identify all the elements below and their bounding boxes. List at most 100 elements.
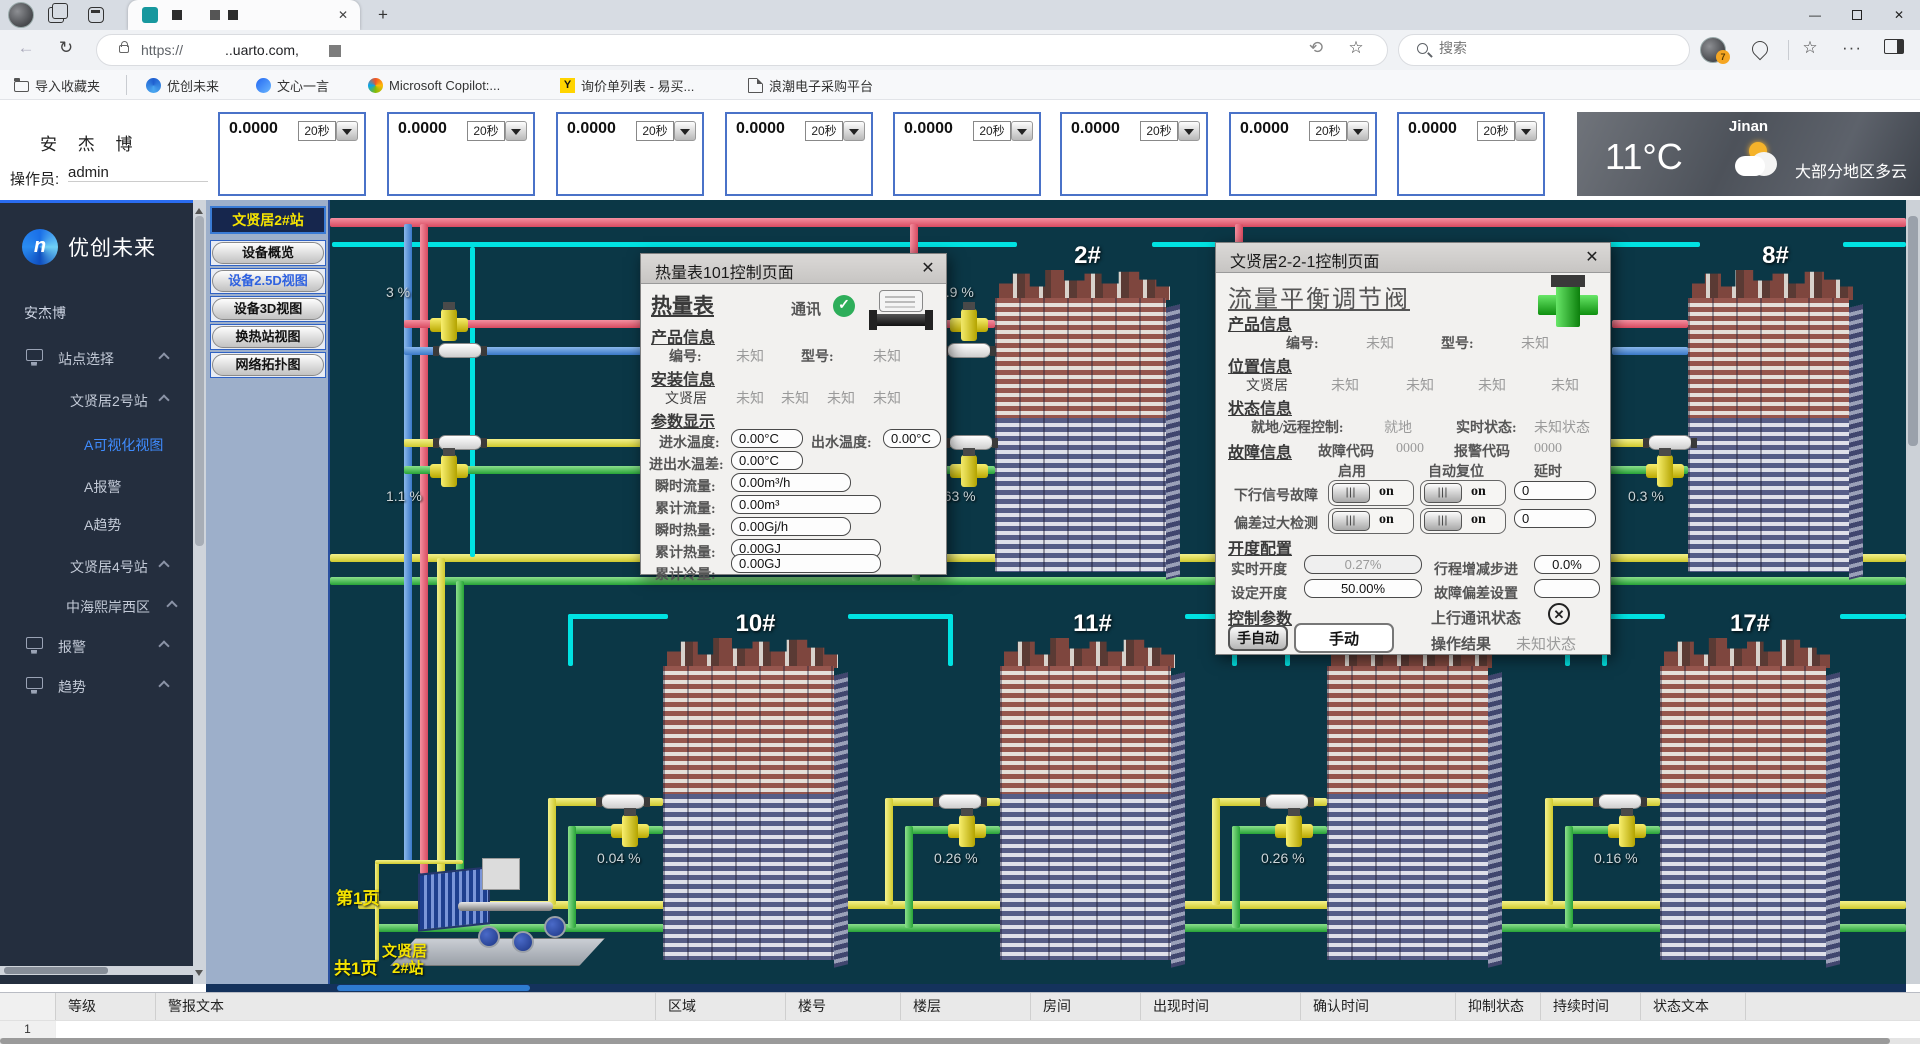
more-menu-icon[interactable]: ··· xyxy=(1840,38,1864,58)
flow-meter-device[interactable] xyxy=(947,343,991,358)
sidebar-item-station4[interactable]: 文贤居4号站 xyxy=(0,551,193,581)
valve-device[interactable] xyxy=(950,453,988,489)
window-minimize-button[interactable]: — xyxy=(1794,0,1836,30)
bookmark-inquiry[interactable]: Y 询价单列表 - 易买... xyxy=(560,76,694,94)
flow-meter-device[interactable] xyxy=(1598,794,1642,809)
close-icon[interactable]: ✕ xyxy=(1580,246,1604,270)
favorite-star-icon[interactable]: ☆ xyxy=(1344,38,1368,58)
operator-input[interactable] xyxy=(68,164,208,182)
sidebar-item-alarm[interactable]: 报警 xyxy=(0,631,193,661)
valve-device[interactable] xyxy=(948,813,986,849)
scada-vertical-scrollbar[interactable] xyxy=(1906,200,1920,984)
sidebar-item-visual-view[interactable]: A可视化视图 xyxy=(0,429,193,459)
valve-device[interactable] xyxy=(1608,813,1646,849)
bookmark-wenxin[interactable]: 文心一言 xyxy=(256,76,329,94)
flow-meter-device[interactable] xyxy=(938,794,982,809)
valve-device[interactable] xyxy=(950,307,988,343)
favorites-list-icon[interactable]: ☆ xyxy=(1798,38,1822,58)
enable-toggle[interactable]: on xyxy=(1328,508,1414,534)
translate-icon[interactable]: ⟲ xyxy=(1304,38,1328,58)
flow-meter-device[interactable] xyxy=(601,794,645,809)
search-input[interactable] xyxy=(1439,40,1659,56)
scroll-down-icon[interactable] xyxy=(195,970,203,980)
toggle-knob[interactable] xyxy=(1424,483,1462,503)
interval-dropdown[interactable] xyxy=(1178,121,1200,141)
address-bar[interactable]: https:// ..uarto.com, xyxy=(96,34,1388,66)
toggle-knob[interactable] xyxy=(1424,511,1462,531)
station-title-button[interactable]: 文贤居2#站 xyxy=(210,206,326,234)
scroll-up-icon[interactable] xyxy=(195,204,203,214)
param-input[interactable]: 0.00°C xyxy=(883,429,941,448)
tab-actions-icon[interactable] xyxy=(88,7,104,23)
browser-profile-avatar[interactable] xyxy=(8,2,34,28)
back-icon[interactable]: ← xyxy=(14,38,38,58)
workspaces-icon[interactable] xyxy=(48,7,64,23)
active-tab[interactable]: ✕ xyxy=(128,0,360,30)
browser-essentials-icon[interactable] xyxy=(1749,38,1772,61)
dialog-title-bar[interactable]: 文贤居2-2-1控制页面 ✕ xyxy=(1216,243,1610,273)
window-maximize-button[interactable] xyxy=(1836,0,1878,30)
fault-dev-input[interactable] xyxy=(1534,579,1600,598)
scrollbar-thumb[interactable] xyxy=(195,216,204,546)
interval-dropdown[interactable] xyxy=(674,121,696,141)
valve-device[interactable] xyxy=(430,453,468,489)
view-button-topology[interactable]: 网络拓扑图 xyxy=(210,352,326,378)
interval-dropdown[interactable] xyxy=(843,121,865,141)
interval-dropdown[interactable] xyxy=(505,121,527,141)
valve-device[interactable] xyxy=(430,307,468,343)
param-input[interactable]: 0.00°C xyxy=(731,429,803,448)
interval-dropdown[interactable] xyxy=(1515,121,1537,141)
interval-dropdown[interactable] xyxy=(336,121,358,141)
toggle-knob[interactable] xyxy=(1332,511,1370,531)
alarm-table-row[interactable]: 1 xyxy=(0,1020,1920,1038)
view-button-3d[interactable]: 设备3D视图 xyxy=(210,296,326,322)
view-button-overview[interactable]: 设备概览 xyxy=(210,240,326,266)
interval-dropdown[interactable] xyxy=(1347,121,1369,141)
bookmark-import[interactable]: 导入收藏夹 xyxy=(14,76,100,94)
autoreset-toggle[interactable]: on xyxy=(1420,508,1506,534)
enable-toggle[interactable]: on xyxy=(1328,480,1414,506)
bookmark-youchuang[interactable]: 优创未来 xyxy=(146,76,219,94)
view-button-station[interactable]: 换热站视图 xyxy=(210,324,326,350)
sidebar-item-station2[interactable]: 文贤居2号站 xyxy=(0,385,193,415)
sidebar-item-site-select[interactable]: 站点选择 xyxy=(0,343,193,373)
param-input[interactable]: 0.00GJ xyxy=(731,554,881,573)
sidebar-panel-icon[interactable] xyxy=(1884,39,1904,54)
auto-manual-button[interactable]: 手自动 xyxy=(1228,625,1288,651)
bookmark-inspur[interactable]: 浪潮电子采购平台 xyxy=(748,76,873,94)
param-input[interactable]: 0.00m³ xyxy=(731,495,881,514)
manual-button[interactable]: 手动 xyxy=(1294,623,1394,653)
delay-input[interactable]: 0 xyxy=(1514,509,1596,528)
new-tab-button[interactable]: + xyxy=(372,4,394,26)
refresh-icon[interactable]: ↻ xyxy=(54,38,78,58)
delay-input[interactable]: 0 xyxy=(1514,481,1596,500)
dialog-title-bar[interactable]: 热量表101控制页面 ✕ xyxy=(641,254,946,284)
toggle-knob[interactable] xyxy=(1332,483,1370,503)
sidebar-item-trend[interactable]: 趋势 xyxy=(0,671,193,701)
step-input[interactable]: 0.0% xyxy=(1534,555,1600,574)
flow-meter-device[interactable] xyxy=(438,343,482,358)
interval-dropdown[interactable] xyxy=(1011,121,1033,141)
tab-close-icon[interactable]: ✕ xyxy=(334,6,352,24)
sidebar-item-zhonghai[interactable]: 中海熙岸西区 xyxy=(0,591,193,621)
close-icon[interactable]: ✕ xyxy=(916,257,940,281)
search-box[interactable] xyxy=(1398,34,1690,66)
valve-device[interactable] xyxy=(1275,813,1313,849)
scada-horizontal-scrollbar[interactable] xyxy=(206,984,1906,992)
scrollbar-thumb[interactable] xyxy=(0,1038,1890,1044)
scrollbar-thumb[interactable] xyxy=(4,967,108,974)
autoreset-toggle[interactable]: on xyxy=(1420,480,1506,506)
valve-device[interactable] xyxy=(1646,453,1684,489)
bookmark-copilot[interactable]: Microsoft Copilot:... xyxy=(368,76,500,94)
param-input[interactable]: 0.00°C xyxy=(731,451,803,470)
sidebar-vertical-scrollbar[interactable] xyxy=(193,200,206,984)
scrollbar-thumb[interactable] xyxy=(1908,216,1918,446)
param-input[interactable]: 0.00m³/h xyxy=(731,473,851,492)
window-close-button[interactable]: ✕ xyxy=(1878,0,1920,30)
param-input[interactable]: 0.00Gj/h xyxy=(731,517,851,536)
view-button-25d[interactable]: 设备2.5D视图 xyxy=(210,268,326,294)
sidebar-item-a-trend[interactable]: A趋势 xyxy=(0,509,193,539)
sidebar-horizontal-scrollbar[interactable] xyxy=(0,966,193,975)
sidebar-item-a-alarm[interactable]: A报警 xyxy=(0,471,193,501)
scrollbar-thumb[interactable] xyxy=(337,985,530,991)
